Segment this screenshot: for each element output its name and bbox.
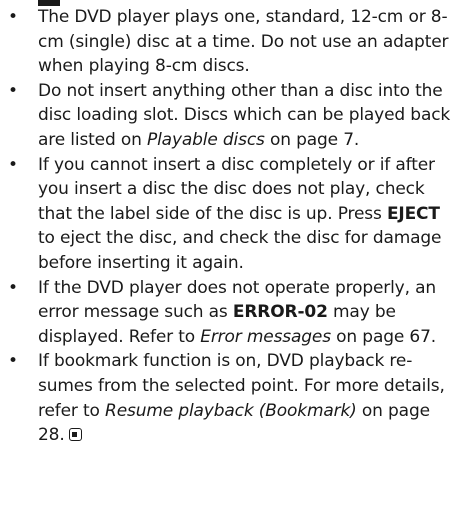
cross-reference: Resume playback (Bookmark): [105, 400, 357, 421]
bullet: •: [8, 7, 18, 27]
note-item: • Do not insert anything other than a di…: [0, 79, 460, 153]
error-code: ERROR-02: [232, 302, 328, 323]
note-text: If you cannot insert a disc completely o…: [38, 154, 435, 224]
note-item: • The DVD player plays one, standard, 12…: [0, 5, 460, 79]
note-item: • If the DVD player does not operate pro…: [0, 276, 460, 350]
bullet: •: [8, 277, 18, 298]
cross-reference: Playable discs: [147, 129, 265, 150]
bullet: •: [8, 351, 18, 372]
button-name: EJECT: [386, 203, 440, 224]
bullet: •: [8, 154, 18, 175]
note-item: • If bookmark function is on, DVD playba…: [0, 349, 460, 447]
note-text: The DVD player plays one, standard, 12-c…: [38, 7, 449, 77]
note-item: • If you cannot insert a disc completely…: [0, 153, 460, 276]
end-of-section-icon: [68, 428, 82, 442]
note-text: on page 67.: [330, 326, 437, 347]
notes-list: • The DVD player plays one, standard, 12…: [0, 0, 460, 448]
cross-reference: Error messages: [200, 326, 331, 347]
bullet: •: [8, 80, 18, 101]
note-text: on page 7.: [264, 129, 360, 150]
note-text: to eject the disc, and check the disc fo…: [38, 228, 442, 273]
